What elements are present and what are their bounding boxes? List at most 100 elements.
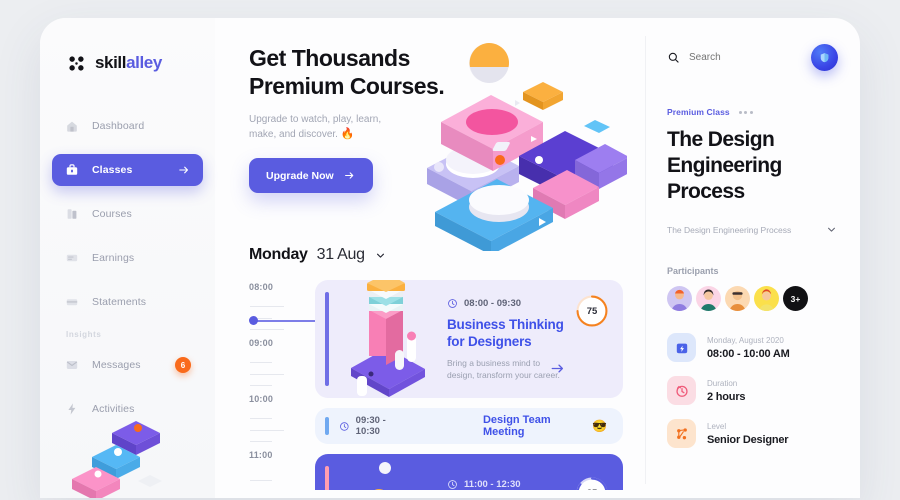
progress-ring: 85 (575, 476, 609, 490)
chevron-down-icon[interactable] (374, 249, 387, 262)
event-title-line2: for Designers (447, 333, 532, 349)
clock-icon (340, 421, 349, 431)
meta-value: 08:00 - 10:00 AM (707, 347, 790, 360)
current-time-dot[interactable] (249, 316, 258, 325)
detail-title-line1: The Design (667, 128, 775, 151)
clock-history-glyph (675, 385, 688, 397)
arrow-right-icon[interactable] (550, 361, 565, 376)
card-icon (66, 299, 78, 306)
progress-value: 75 (586, 305, 598, 317)
sidebar-item-classes[interactable]: Classes (52, 154, 203, 186)
isometric-books-illustration (351, 280, 425, 397)
hero-banner: Get Thousands Premium Courses. Upgrade t… (249, 42, 627, 251)
time-slot: 08:00 (249, 282, 311, 338)
event-card-upcoming[interactable]: 11:00 - 12:30 85 (315, 454, 623, 490)
more-options-icon[interactable] (738, 110, 753, 114)
course-select[interactable]: The Design Engineering Process (667, 223, 838, 236)
event-time: 09:30 - 10:30 (355, 415, 386, 437)
meta-text: Monday, August 2020 08:00 - 10:00 AM (707, 336, 790, 360)
avatar[interactable] (811, 44, 838, 71)
arrow-right-icon (179, 166, 189, 174)
sidebar-item-statements[interactable]: Statements (52, 286, 203, 318)
detail-title-line2: Engineering (667, 154, 782, 177)
avatar[interactable] (667, 286, 692, 311)
event-card-design-team-meeting[interactable]: 09:30 - 10:30 Design Team Meeting 😎 (315, 408, 623, 444)
meta-value: 2 hours (707, 390, 746, 403)
chevron-down-icon[interactable] (825, 223, 838, 236)
brand-logo[interactable]: skillalley (40, 46, 215, 80)
time-label: 10:00 (249, 394, 274, 404)
hero-title-line1: Get Thousands (249, 45, 410, 71)
sidebar-item-label: Classes (92, 164, 133, 176)
progress-ring: 75 (575, 294, 609, 328)
wallet-icon (66, 254, 78, 262)
avatar[interactable] (725, 286, 750, 311)
time-axis: 08:00 09:00 10:00 11:00 (249, 280, 471, 490)
avatar[interactable] (696, 286, 721, 311)
clock-icon (448, 298, 457, 308)
time-label: 11:00 (249, 450, 273, 460)
course-select-value: The Design Engineering Process (667, 224, 792, 235)
sidebar-item-dashboard[interactable]: Dashboard (52, 110, 203, 142)
date-selector[interactable]: Monday 31 Aug (249, 246, 623, 264)
participants-more-badge[interactable]: 3+ (783, 286, 808, 311)
brand-name-accent: alley (126, 53, 162, 72)
hero-subtitle-line1: Upgrade to watch, play, learn, (249, 114, 382, 125)
briefcase-icon (66, 164, 78, 175)
sidebar-item-label: Statements (92, 296, 147, 308)
event-time: 11:00 - 12:30 (464, 478, 521, 490)
meta-row-duration: Duration 2 hours (667, 376, 838, 405)
clock-icon (448, 479, 457, 489)
class-label-row: Premium Class (667, 107, 838, 117)
class-label: Premium Class (667, 107, 730, 117)
hero-subtitle: Upgrade to watch, play, learn, make, and… (249, 112, 429, 142)
participant-avatar-icon (759, 289, 774, 311)
calendar-lightning-icon (667, 333, 696, 362)
sunglasses-emoji: 😎 (592, 419, 607, 433)
message-icon (66, 361, 78, 369)
sidebar-nav: Dashboard Classes Courses Earnings State… (40, 110, 215, 425)
participant-avatar-icon (671, 289, 688, 311)
level-nodes-icon (667, 419, 696, 448)
sidebar-item-earnings[interactable]: Earnings (52, 242, 203, 274)
search-box[interactable] (667, 51, 802, 64)
search-icon (668, 52, 679, 63)
participants-list: 3+ (667, 286, 838, 311)
brand-name: skillalley (95, 53, 162, 73)
user-avatar-icon (820, 53, 829, 63)
sidebar: skillalley Dashboard Classes Courses Ear… (40, 18, 215, 498)
meta-key: Duration (707, 378, 738, 388)
upgrade-now-label: Upgrade Now (266, 169, 334, 182)
event-card-business-thinking[interactable]: 08:00 - 09:30 Business Thinking for Desi… (315, 280, 623, 398)
avatar[interactable] (754, 286, 779, 311)
upgrade-now-button[interactable]: Upgrade Now (249, 158, 373, 193)
isometric-illustration (374, 462, 391, 490)
sidebar-item-courses[interactable]: Courses (52, 198, 203, 230)
book-icon (67, 209, 77, 219)
event-list: 08:00 - 09:30 Business Thinking for Desi… (311, 280, 623, 490)
calendar-lightning-glyph (676, 343, 687, 353)
main-content: Get Thousands Premium Courses. Upgrade t… (215, 18, 645, 498)
hero-subtitle-line2: make, and discover. (249, 129, 338, 140)
meta-key: Monday, August 2020 (707, 335, 784, 345)
event-accent-bar (325, 466, 329, 490)
schedule-timeline: 08:00 09:00 10:00 11:00 08:00 - 09:30 Bu… (249, 280, 623, 490)
brand-name-bold: skill (95, 53, 127, 72)
sidebar-item-messages[interactable]: Messages 6 (52, 349, 203, 381)
progress-value: 85 (575, 476, 609, 491)
meta-row-datetime: Monday, August 2020 08:00 - 10:00 AM (667, 333, 838, 362)
sidebar-section-label: Insights (66, 330, 102, 339)
panel-header (667, 44, 838, 71)
app-window: skillalley Dashboard Classes Courses Ear… (40, 18, 860, 498)
event-desc-line2: design, transform your career. (447, 369, 560, 380)
clover-logo-icon (69, 55, 84, 71)
detail-panel: Premium Class The Design Engineering Pro… (645, 18, 860, 498)
time-slot: 10:00 (249, 394, 311, 450)
detail-title: The Design Engineering Process (667, 127, 838, 205)
meta-row-level: Level Senior Designer (667, 419, 838, 448)
event-title-line1: Business Thinking (447, 316, 564, 332)
detail-title-line3: Process (667, 180, 745, 203)
search-input[interactable] (689, 52, 779, 63)
event-time-row: 09:30 - 10:30 (339, 415, 411, 437)
sidebar-item-label: Earnings (92, 252, 135, 264)
